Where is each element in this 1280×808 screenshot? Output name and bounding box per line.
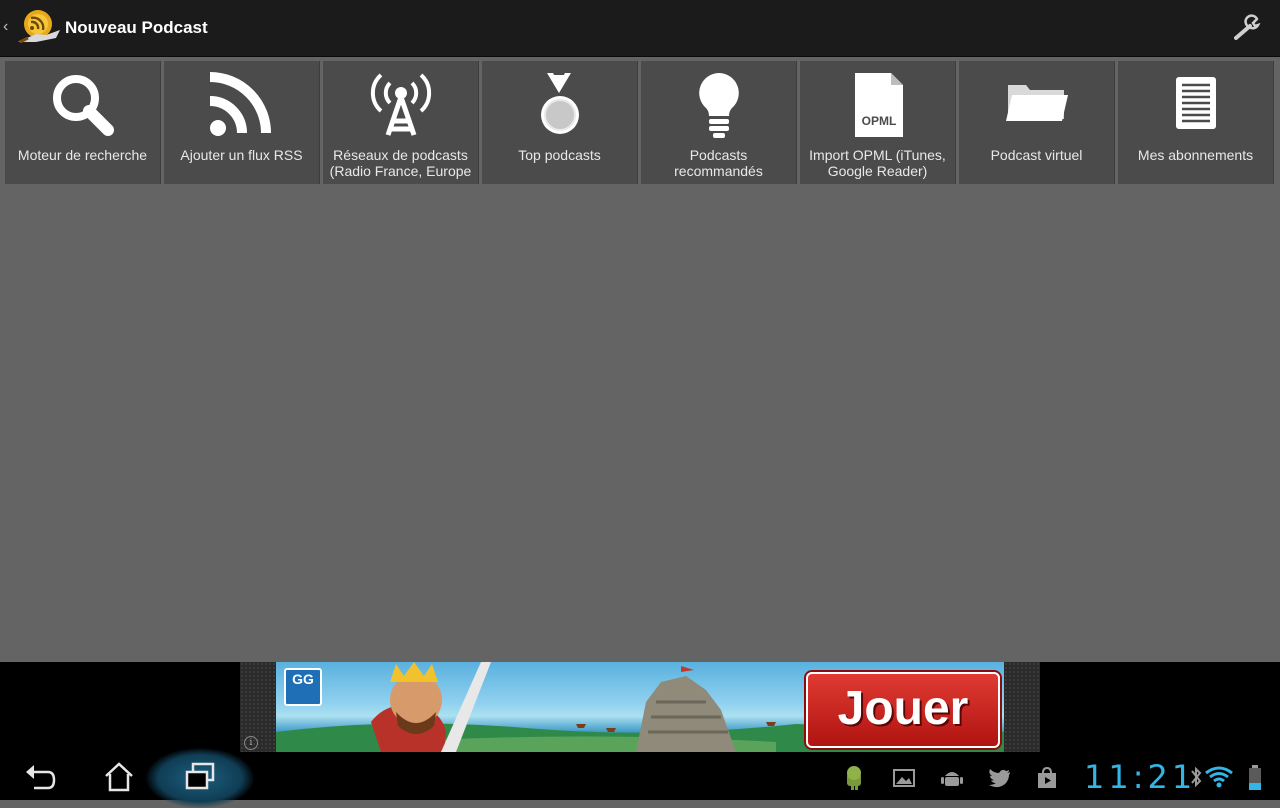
app-title: Nouveau Podcast bbox=[65, 18, 208, 37]
home-icon[interactable] bbox=[102, 760, 136, 794]
tile-import-opml[interactable]: OPML Import OPML (iTunes, Google Reader) bbox=[800, 61, 956, 184]
tile-label: Import OPML (iTunes, Google Reader) bbox=[804, 147, 951, 179]
folder-icon bbox=[1005, 85, 1068, 121]
system-bar: 11:21 bbox=[0, 748, 1280, 808]
tile-podcast-virtuel[interactable]: Podcast virtuel bbox=[959, 61, 1115, 184]
tile-moteur-de-recherche[interactable]: Moteur de recherche bbox=[5, 61, 161, 184]
android-notification-icon[interactable] bbox=[842, 766, 866, 790]
antenna-icon bbox=[370, 73, 431, 136]
recent-apps-icon[interactable] bbox=[184, 760, 218, 794]
back-icon[interactable] bbox=[22, 760, 56, 794]
ad-banner[interactable]: GG Jouer bbox=[276, 662, 1004, 752]
search-icon bbox=[52, 75, 114, 136]
ad-logo: GG bbox=[284, 668, 322, 706]
tile-podcasts-recommandes[interactable]: Podcasts recommandés bbox=[641, 61, 797, 184]
tile-label-line-1: Réseaux de podcasts bbox=[333, 147, 468, 163]
tile-label: Podcast virtuel bbox=[990, 147, 1083, 163]
tile-label: Podcasts recommandés bbox=[645, 147, 792, 179]
tile-label-line-2: (Radio France, Europe bbox=[329, 163, 472, 179]
bluetooth-icon bbox=[1191, 766, 1202, 788]
android-robot-notification-icon[interactable] bbox=[940, 766, 964, 790]
tile-label-line-1: Import OPML (iTunes, bbox=[809, 147, 946, 163]
tile-label: Moteur de recherche bbox=[17, 147, 148, 163]
tile-label: Ajouter un flux RSS bbox=[180, 147, 303, 163]
tile-ajouter-flux-rss[interactable]: Ajouter un flux RSS bbox=[164, 61, 320, 184]
settings-wrench-icon[interactable] bbox=[1230, 14, 1264, 42]
tile-mes-abonnements[interactable]: Mes abonnements bbox=[1118, 61, 1274, 184]
lightbulb-icon bbox=[698, 73, 739, 138]
ad-play-button[interactable]: Jouer bbox=[806, 672, 1000, 748]
gallery-notification-icon[interactable] bbox=[892, 766, 916, 790]
play-store-notification-icon[interactable] bbox=[1035, 766, 1059, 790]
tile-label-line-2: Google Reader) bbox=[827, 163, 928, 179]
tile-label: Top podcasts bbox=[518, 147, 601, 163]
twitter-notification-icon[interactable] bbox=[988, 766, 1012, 790]
rss-icon bbox=[209, 72, 271, 136]
action-bar: ‹ Nouveau Podcast bbox=[0, 0, 1280, 57]
tile-top-podcasts[interactable]: Top podcasts bbox=[482, 61, 638, 184]
tile-label-line-1: Podcasts bbox=[689, 147, 748, 163]
tile-reseaux-de-podcasts[interactable]: Réseaux de podcasts (Radio France, Europ… bbox=[323, 61, 479, 184]
ad-frame: i GG Jouer bbox=[240, 662, 1040, 752]
up-caret-icon[interactable]: ‹ bbox=[3, 18, 8, 36]
opml-icon-text: OPML bbox=[861, 114, 896, 128]
menu-tiles: Moteur de recherche Ajouter un flux RSS … bbox=[5, 61, 1277, 185]
medal-icon bbox=[540, 73, 579, 134]
battery-icon bbox=[1249, 765, 1261, 790]
clock[interactable]: 11:21 bbox=[1084, 758, 1196, 796]
wifi-icon bbox=[1205, 766, 1233, 788]
app-logo-icon[interactable] bbox=[16, 8, 62, 48]
tile-label: Mes abonnements bbox=[1137, 147, 1254, 163]
ad-info-icon[interactable]: i bbox=[244, 736, 258, 750]
ad-strip: i GG Jouer bbox=[0, 662, 1280, 752]
tile-label-line-2: recommandés bbox=[674, 163, 763, 179]
tile-label: Réseaux de podcasts (Radio France, Europ… bbox=[327, 147, 474, 179]
opml-file-icon: OPML bbox=[854, 73, 903, 137]
list-document-icon bbox=[1175, 77, 1216, 129]
